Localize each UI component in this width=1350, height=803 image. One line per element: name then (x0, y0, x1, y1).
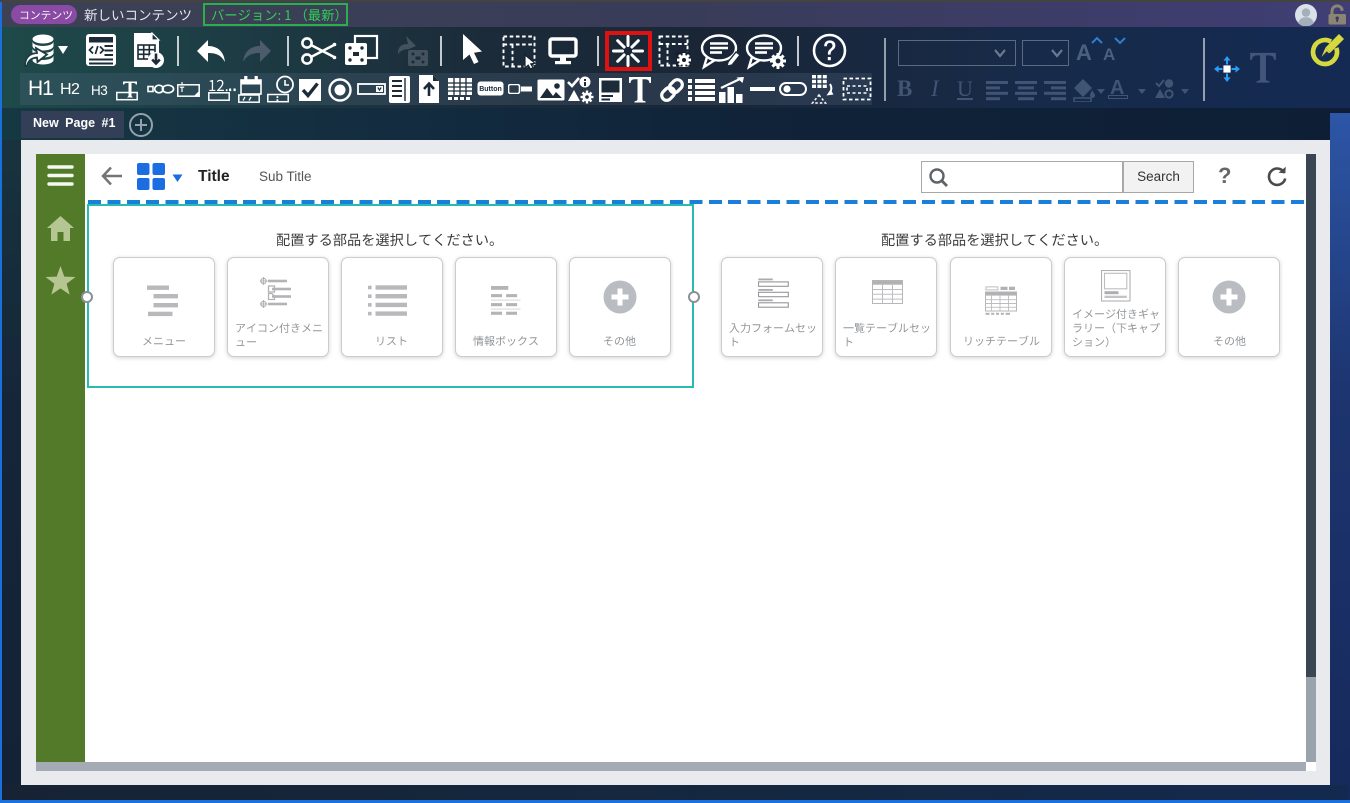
svg-text:Button: Button (479, 86, 502, 93)
